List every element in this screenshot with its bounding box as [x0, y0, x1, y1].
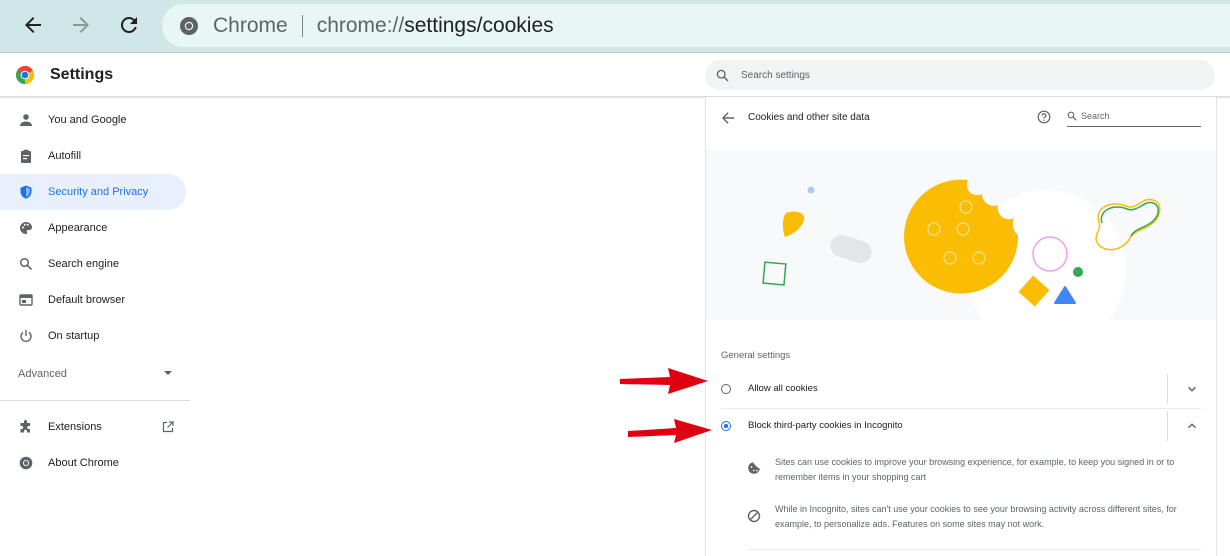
chrome-icon [19, 456, 33, 470]
option-separator [1167, 374, 1168, 404]
reload-icon [120, 16, 137, 33]
detail-text: Sites can use cookies to improve your br… [775, 457, 1175, 482]
sidebar-item-label: Autofill [48, 150, 82, 162]
search-settings-input[interactable]: Search settings [705, 60, 1215, 90]
option-label: Block third-party cookies in Incognito [748, 420, 903, 431]
arrow-right-icon [73, 17, 89, 33]
external-link-icon [162, 421, 174, 433]
sidebar-item-label: Appearance [48, 222, 108, 234]
sidebar-divider [0, 400, 190, 401]
detail-text: While in Incognito, sites can't use your… [775, 504, 1177, 529]
sidebar-item-label: On startup [48, 330, 100, 342]
sidebar-item-autofill[interactable]: Autofill [0, 138, 190, 174]
cookie-icon [748, 462, 760, 474]
arrow-left-icon [25, 17, 41, 33]
sidebar-item-on-startup[interactable]: On startup [0, 318, 190, 354]
chrome-logo-icon [16, 66, 34, 84]
power-icon [20, 330, 32, 342]
settings-header: Settings Search settings [0, 53, 1230, 97]
search-icon [19, 257, 33, 271]
sidebar-item-search-engine[interactable]: Search engine [0, 246, 190, 282]
option-separator [1167, 411, 1168, 441]
subpage-title: Cookies and other site data [748, 112, 870, 123]
url-path: settings/cookies [404, 13, 554, 37]
subpage-search-input[interactable]: Search [1067, 110, 1201, 127]
sidebar-item-appearance[interactable]: Appearance [0, 210, 190, 246]
cookies-illustration [706, 150, 1216, 320]
cookies-settings-card: Cookies and other site data Search Gener… [705, 97, 1217, 556]
browser-window-icon [19, 294, 33, 306]
sidebar-item-security-and-privacy[interactable]: Security and Privacy [0, 174, 186, 210]
clipboard-icon [21, 149, 31, 163]
radio-allow-all-cookies[interactable] [721, 384, 731, 394]
palette-icon [20, 222, 32, 234]
sidebar-item-label: About Chrome [48, 457, 119, 469]
page-title: Settings [50, 66, 114, 83]
person-icon [20, 114, 32, 126]
browser-toolbar: Chrome chrome://settings/cookies [0, 0, 1230, 53]
subpage-search-placeholder: Search [1081, 111, 1110, 121]
sidebar-item-label: Search engine [48, 258, 119, 270]
chevron-down-icon[interactable] [1186, 383, 1198, 395]
sidebar-advanced-toggle[interactable]: Advanced [0, 354, 190, 394]
sidebar-item-extensions[interactable]: Extensions [0, 409, 190, 445]
puzzle-icon [20, 420, 30, 433]
omnibox-separator [301, 14, 303, 37]
back-button[interactable] [18, 10, 48, 40]
chrome-icon [180, 16, 198, 35]
reload-button[interactable] [114, 10, 144, 40]
sidebar: You and Google Autofill Security and Pri… [0, 102, 190, 481]
general-settings-label: General settings [721, 350, 791, 361]
search-icon [716, 69, 729, 81]
annotation-arrow [620, 368, 708, 394]
forward-button[interactable] [66, 10, 96, 40]
shield-icon [20, 185, 32, 199]
advanced-label: Advanced [18, 368, 67, 380]
search-placeholder: Search settings [741, 69, 810, 81]
url-text[interactable]: chrome://settings/cookies [317, 14, 554, 38]
chevron-up-icon[interactable] [1186, 420, 1198, 432]
sidebar-item-label: Default browser [48, 294, 126, 306]
option-allow-all-cookies[interactable]: Allow all cookies [706, 372, 1216, 408]
address-bar[interactable]: Chrome chrome://settings/cookies [162, 4, 1230, 47]
sidebar-item-label: Extensions [48, 421, 102, 433]
cookie-illustration-graphic [762, 179, 1161, 320]
block-icon [747, 509, 761, 523]
caret-down-icon [164, 371, 172, 375]
omnibox-label: Chrome [213, 13, 288, 37]
annotation-arrow [628, 419, 712, 443]
option-block-third-party-incognito[interactable]: Block third-party cookies in Incognito [706, 409, 1216, 445]
subpage-header: Cookies and other site data Search [706, 97, 1216, 139]
sidebar-item-label: You and Google [48, 114, 127, 126]
search-icon [1067, 111, 1077, 121]
back-arrow-icon[interactable] [721, 111, 735, 125]
url-prefix: chrome:// [316, 13, 405, 37]
sidebar-item-about-chrome[interactable]: About Chrome [0, 445, 190, 481]
sidebar-item-default-browser[interactable]: Default browser [0, 282, 190, 318]
bottom-divider [748, 549, 1201, 550]
sidebar-item-label: Security and Privacy [48, 186, 149, 198]
radio-block-third-party-incognito[interactable] [721, 421, 731, 431]
sidebar-item-you-and-google[interactable]: You and Google [0, 102, 190, 138]
help-icon[interactable] [1037, 110, 1051, 124]
option-label: Allow all cookies [748, 383, 818, 394]
